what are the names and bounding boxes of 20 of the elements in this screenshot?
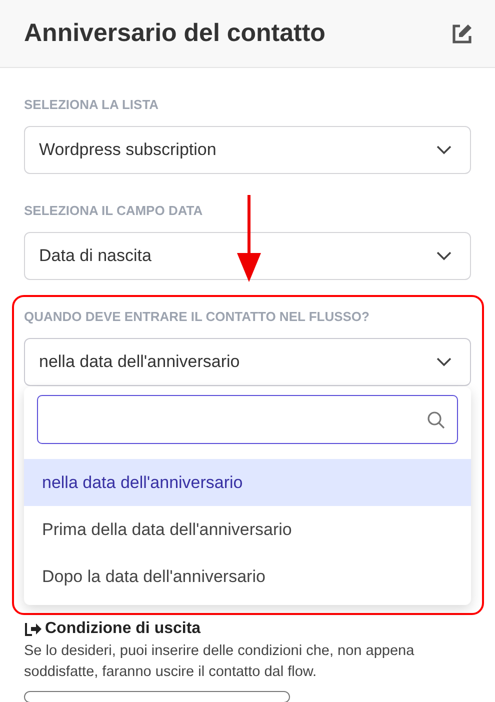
dropdown-option[interactable]: nella data dell'anniversario <box>24 459 471 506</box>
section-description: Se lo desideri, puoi inserire delle condizioni che, non appena soddisfatte, faranno uscire il contatto dal flow. <box>24 642 416 682</box>
dropdown-option[interactable]: Prima della data dell'anniversario <box>24 506 471 553</box>
field-label: SELEZIONA IL CAMPO DATA <box>24 203 204 219</box>
search-field[interactable] <box>37 395 458 444</box>
chevron-down-icon <box>436 251 452 261</box>
search-icon <box>427 410 445 428</box>
chevron-down-icon <box>436 357 452 367</box>
edit-icon[interactable] <box>451 22 473 44</box>
dropdown-option[interactable]: Dopo la data dell'anniversario <box>24 553 471 600</box>
section-heading: Condizione di uscita <box>45 620 201 638</box>
select-field[interactable]: Wordpress subscription <box>24 126 471 174</box>
select-field[interactable]: nella data dell'anniversario <box>24 338 471 386</box>
exit-icon <box>24 622 42 636</box>
select-field[interactable]: Data di nascita <box>24 232 471 280</box>
field-label: SELEZIONA LA LISTA <box>24 97 160 113</box>
outline-button[interactable] <box>24 691 290 702</box>
chevron-down-icon <box>436 145 452 155</box>
field-label: QUANDO DEVE ENTRARE IL CONTATTO NEL FLUSSO? <box>24 309 370 325</box>
panel-title: Anniversario del contatto <box>24 19 326 48</box>
